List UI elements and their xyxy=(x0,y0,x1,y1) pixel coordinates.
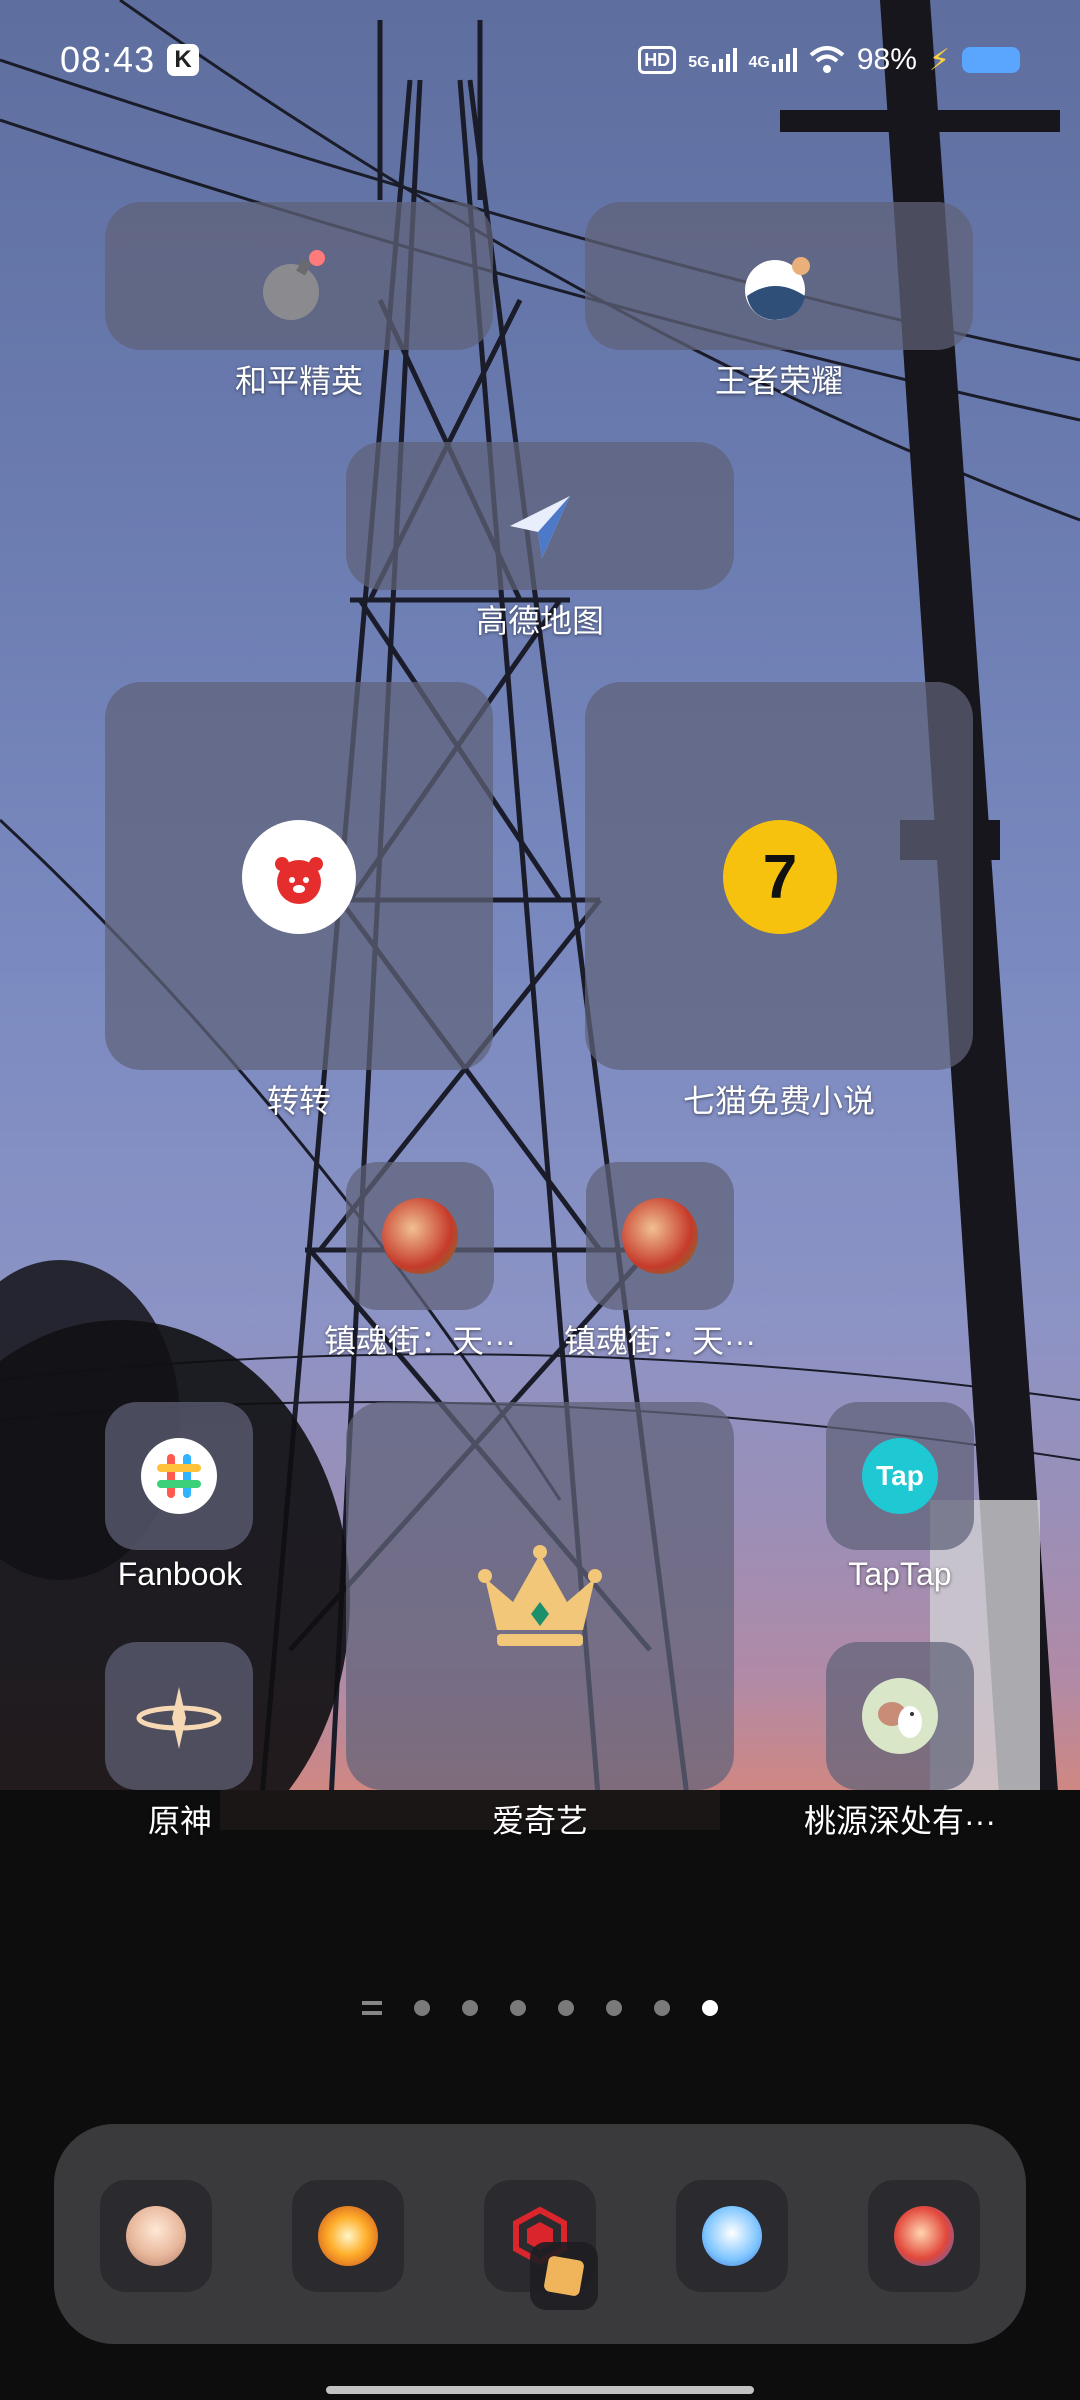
home-gesture-bar[interactable] xyxy=(326,2386,754,2394)
page-indicator[interactable] xyxy=(0,2000,1080,2016)
crown-icon xyxy=(470,1532,610,1662)
battery-percent: 98% xyxy=(856,43,917,76)
puzzle-icon xyxy=(543,2255,585,2297)
status-bar: 08:43 K HD 5G 4G 98% ⚡ xyxy=(60,34,1020,86)
signal-5g-icon: 5G xyxy=(688,48,737,72)
navigation-arrow-icon xyxy=(490,476,590,576)
cute-bird-game-icon xyxy=(702,2206,762,2266)
page-dot-active[interactable] xyxy=(702,2000,718,2016)
wifi-icon xyxy=(809,46,845,73)
page-dot[interactable] xyxy=(462,2000,478,2016)
app-label: 转转 xyxy=(266,1083,331,1119)
dock-app-2[interactable] xyxy=(292,2180,404,2292)
app-label: 爱奇艺 xyxy=(491,1803,588,1839)
hashtag-icon xyxy=(141,1438,217,1514)
bomb-icon xyxy=(245,236,345,336)
app-label: Fanbook xyxy=(117,1556,243,1592)
hd-voice-icon: HD xyxy=(638,46,677,74)
signal-4g-icon: 4G xyxy=(749,48,797,72)
app-label: 王者荣耀 xyxy=(714,363,843,399)
app-label: TapTap xyxy=(848,1556,952,1592)
dock-app-4[interactable] xyxy=(676,2180,788,2292)
battery-icon xyxy=(962,47,1020,73)
app-label: 七猫免费小说 xyxy=(682,1083,875,1119)
potion-flask-icon xyxy=(729,236,829,336)
anime-girl-game-icon xyxy=(126,2206,186,2266)
app-label: 高德地图 xyxy=(475,603,604,639)
app-label: 和平精英 xyxy=(234,363,363,399)
dock-app-1[interactable] xyxy=(100,2180,212,2292)
page-list-icon[interactable] xyxy=(362,2001,382,2015)
page-dot[interactable] xyxy=(558,2000,574,2016)
page-dot[interactable] xyxy=(654,2000,670,2016)
hero-game-icon xyxy=(894,2206,954,2266)
clock: 08:43 xyxy=(60,39,156,80)
red-bear-icon xyxy=(242,820,356,934)
net-label-5g: 5G xyxy=(688,54,710,71)
status-indicators: HD 5G 4G 98% ⚡ xyxy=(638,43,1020,78)
anime-hero-avatar-icon xyxy=(622,1198,698,1274)
bird-character-icon xyxy=(862,1678,938,1754)
taptap-icon: Tap xyxy=(862,1438,938,1514)
dock-app-5[interactable] xyxy=(868,2180,980,2292)
anime-hero-avatar-icon xyxy=(382,1198,458,1274)
cat-seven-icon: 7 xyxy=(723,820,837,934)
page-dot[interactable] xyxy=(510,2000,526,2016)
k-app-notification-icon: K xyxy=(167,44,200,76)
app-label: 镇魂街：天··· xyxy=(324,1323,516,1359)
charging-icon: ⚡ xyxy=(928,43,950,77)
net-label-4g: 4G xyxy=(748,54,770,71)
page-dot[interactable] xyxy=(414,2000,430,2016)
dock-app-3-badge xyxy=(530,2242,598,2310)
fire-game-icon xyxy=(318,2206,378,2266)
page-dot[interactable] xyxy=(606,2000,622,2016)
dock xyxy=(54,2124,1026,2344)
app-label: 原神 xyxy=(147,1803,212,1839)
genshin-emblem-icon xyxy=(134,1680,224,1756)
app-label: 镇魂街：天··· xyxy=(564,1323,756,1359)
app-label: 桃源深处有··· xyxy=(804,1803,996,1839)
